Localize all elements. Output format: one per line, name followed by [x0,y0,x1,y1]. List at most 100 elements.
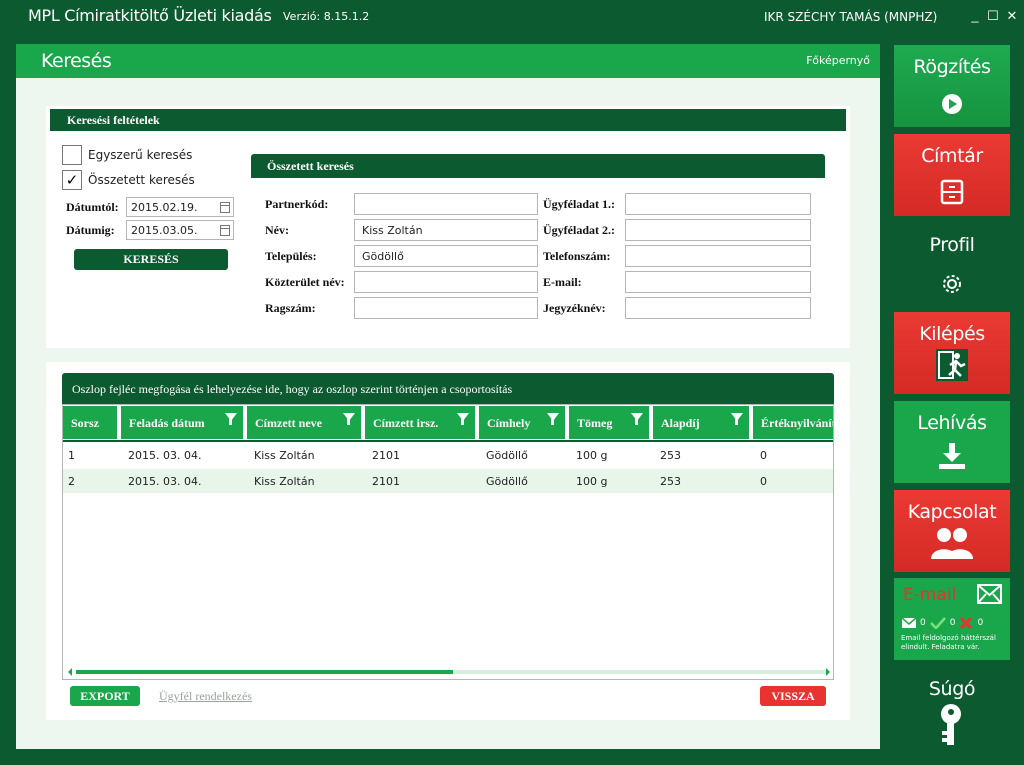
cell-recipient-zip: 2101 [372,449,400,462]
horizontal-scrollbar[interactable] [68,668,830,676]
date-to-row: Dátumig: 2015.03.05. [66,220,234,240]
users-icon [894,526,1010,560]
page-title: Keresés [41,50,112,72]
results-card: Oszlop fejléc megfogása és lehelyezése i… [46,362,850,720]
register-name-field[interactable] [625,297,811,319]
tile-exit-label: Kilépés [919,323,985,345]
close-button[interactable]: ✕ [1005,8,1019,24]
date-from-field[interactable]: 2015.02.19. [126,197,234,217]
phone-field[interactable] [625,245,811,267]
gear-icon [894,272,1010,296]
partner-code-label: Partnerkód: [265,197,329,211]
partner-code-field[interactable] [354,193,538,215]
filter-icon[interactable] [631,413,643,425]
download-icon [894,441,1010,471]
column-header-weight[interactable]: Tömeg [569,406,649,439]
cell-declared-value: 0 [760,449,767,462]
tile-email-label: E-mail [903,585,957,605]
date-from-label: Dátumtól: [66,199,119,214]
tile-directory[interactable]: Címtár [894,134,1010,216]
tag-number-field[interactable] [354,297,538,319]
calendar-icon[interactable] [220,225,230,236]
cabinet-icon [894,179,1010,205]
title-bar: MPL Címiratkitöltő Üzleti kiadás Verzió:… [0,0,1024,34]
search-button[interactable]: KERESÉS [74,249,228,270]
tile-profile[interactable]: Profil [894,223,1010,305]
tile-exit[interactable]: Kilépés [894,312,1010,394]
tile-download-label: Lehívás [917,412,987,434]
composite-search-option[interactable]: ✓ Összetett keresés [62,170,195,190]
date-to-label: Dátumig: [66,222,115,237]
tile-help[interactable]: Súgó [894,667,1010,749]
cell-address: Gödöllő [486,475,528,488]
column-header-declared-value[interactable]: Értéknyilvánítás [753,406,833,439]
filter-icon[interactable] [547,413,559,425]
tile-download[interactable]: Lehívás [894,401,1010,483]
composite-search-heading: Összetett keresés [251,154,825,178]
client-data1-field[interactable] [625,193,811,215]
app-title: MPL Címiratkitöltő Üzleti kiadás [28,6,272,25]
column-header-send-date[interactable]: Feladás dátum [121,406,243,439]
email-label: E-mail: [543,275,582,289]
scrollbar-thumb[interactable] [76,670,453,674]
cell-base-fee: 253 [660,475,681,488]
minimize-button[interactable]: _ [968,8,982,24]
export-button[interactable]: EXPORT [70,686,140,706]
play-icon [894,92,1010,116]
cell-base-fee: 253 [660,449,681,462]
simple-search-checkbox[interactable] [62,145,82,165]
column-header-address[interactable]: Címhely [479,406,565,439]
name-label: Név: [265,223,289,237]
tile-record-label: Rögzítés [913,56,991,78]
criteria-heading: Keresési feltételek [50,109,846,131]
client-data1-label: Ügyféladat 1.: [543,197,615,211]
back-button[interactable]: VISSZA [760,686,826,706]
cell-send-date: 2015. 03. 04. [128,449,202,462]
error-x-icon [960,616,973,630]
email-status-note: Email feldolgozó háttérszál elindult. Fe… [901,634,996,651]
client-disposition-link[interactable]: Ügyfél rendelkezés [159,689,252,704]
client-data2-field[interactable] [625,219,811,241]
tile-contact[interactable]: Kapcsolat [894,490,1010,572]
cell-recipient-name: Kiss Zoltán [254,449,315,462]
header-divider [63,440,833,442]
column-header-base-fee[interactable]: Alapdíj [653,406,749,439]
home-link[interactable]: Főképernyő [806,54,870,67]
column-header-recipient-name[interactable]: Címzett neve [247,406,361,439]
composite-search-checkbox[interactable]: ✓ [62,170,82,190]
scroll-right-arrow-icon[interactable] [826,668,830,676]
tile-help-label: Súgó [928,678,976,700]
filter-icon[interactable] [457,413,469,425]
filter-icon[interactable] [225,413,237,425]
city-field[interactable]: Gödöllő [354,245,538,267]
group-by-drop-area[interactable]: Oszlop fejléc megfogása és lehelyezése i… [62,373,834,404]
check-icon [929,617,946,629]
filter-icon[interactable] [731,413,743,425]
main-panel: Keresés Főképernyő Keresési feltételek E… [16,44,880,749]
calendar-icon[interactable] [220,202,230,213]
cell-weight: 100 g [576,449,608,462]
scroll-left-arrow-icon[interactable] [68,668,72,676]
date-to-value: 2015.03.05. [131,224,198,237]
cell-declared-value: 0 [760,475,767,488]
column-header-recipient-zip[interactable]: Címzett irsz. [365,406,475,439]
table-row[interactable]: 1 2015. 03. 04. Kiss Zoltán 2101 Gödöllő… [63,443,833,467]
register-name-label: Jegyzéknév: [543,301,606,315]
cell-serial: 1 [68,449,75,462]
email-field[interactable] [625,271,811,293]
name-field[interactable]: Kiss Zoltán [354,219,538,241]
filter-icon[interactable] [343,413,355,425]
envelope-icon [977,584,1002,604]
tag-number-label: Ragszám: [265,301,316,315]
tile-email[interactable]: E-mail 0 0 0 Email feldolgozó háttérszál… [894,578,1010,660]
email-sent-count: 0 [920,618,926,628]
street-field[interactable] [354,271,538,293]
date-to-field[interactable]: 2015.03.05. [126,220,234,240]
table-row[interactable]: 2 2015. 03. 04. Kiss Zoltán 2101 Gödöllő… [63,469,833,493]
maximize-button[interactable]: ☐ [986,8,1000,24]
column-header-serial[interactable]: Sorsz [63,406,117,439]
tile-record[interactable]: Rögzítés [894,45,1010,127]
city-label: Település: [265,249,317,263]
cell-recipient-name: Kiss Zoltán [254,475,315,488]
simple-search-option[interactable]: Egyszerű keresés [62,145,192,165]
